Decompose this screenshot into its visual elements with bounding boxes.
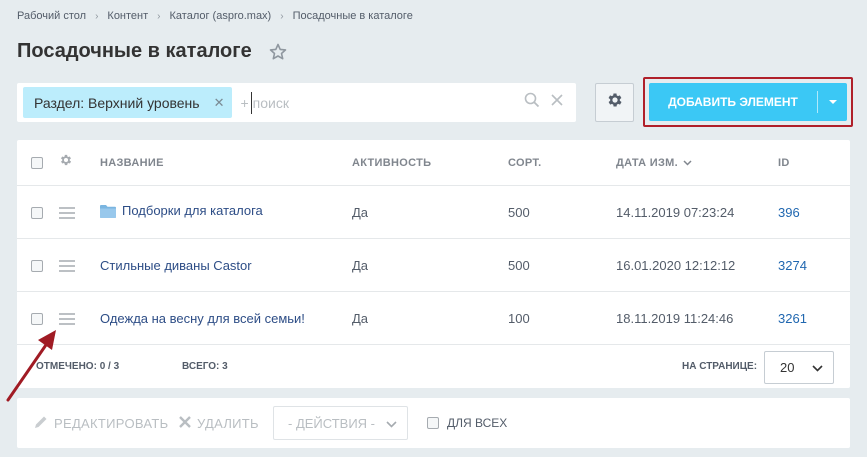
column-header-id[interactable]: ID — [778, 157, 790, 169]
row-active: Да — [352, 311, 369, 326]
grid-header: НАЗВАНИЕ АКТИВНОСТЬ СОРТ. ДАТА ИЗМ. ID — [17, 140, 850, 186]
filter-tag-label: Раздел: Верхний уровень — [34, 94, 200, 111]
actions-select-value: - ДЕЙСТВИЯ - — [288, 415, 376, 431]
grid-footer: ОТМЕЧЕНО: 0 / 3 ВСЕГО: 3 НА СТРАНИЦЕ: 20 — [17, 345, 850, 388]
search-input[interactable] — [250, 91, 501, 114]
actions-select[interactable]: - ДЕЙСТВИЯ - — [273, 406, 408, 440]
per-page-label: НА СТРАНИЦЕ: — [682, 361, 758, 372]
pencil-icon — [34, 415, 48, 432]
row-checkbox[interactable] — [31, 206, 43, 219]
row-sort: 500 — [508, 258, 530, 273]
row-sort: 500 — [508, 205, 530, 220]
column-settings-gear-icon[interactable] — [59, 153, 73, 172]
breadcrumb-separator-icon: › — [280, 10, 284, 22]
elements-grid: НАЗВАНИЕ АКТИВНОСТЬ СОРТ. ДАТА ИЗМ. ID П… — [17, 140, 850, 388]
add-filter-plus[interactable]: + — [240, 95, 248, 111]
drag-handle-icon[interactable] — [59, 206, 75, 219]
row-name-link[interactable]: Одежда на весну для всей семьи! — [100, 311, 305, 326]
delete-x-icon — [179, 415, 191, 431]
page-title: Посадочные в каталоге — [17, 40, 252, 62]
edit-label: РЕДАКТИРОВАТЬ — [54, 415, 169, 431]
add-element-button[interactable]: ДОБАВИТЬ ЭЛЕМЕНТ — [649, 83, 847, 121]
row-date: 16.01.2020 12:12:12 — [616, 258, 736, 273]
column-header-date-label: ДАТА ИЗМ. — [616, 156, 678, 169]
gear-icon — [606, 91, 624, 114]
apply-to-all-label: ДЛЯ ВСЕХ — [447, 416, 508, 430]
page-title-row: Посадочные в каталоге — [17, 40, 288, 63]
row-active: Да — [352, 205, 369, 220]
apply-to-all-checkbox[interactable] — [427, 417, 439, 429]
column-header-date[interactable]: ДАТА ИЗМ. — [616, 157, 692, 169]
select-all-checkbox[interactable] — [31, 156, 43, 169]
folder-icon — [100, 204, 116, 223]
filter-icons — [524, 92, 564, 113]
close-icon[interactable]: ✕ — [214, 95, 225, 111]
marked-value: 0 / 3 — [99, 361, 120, 372]
breadcrumb-separator-icon: › — [95, 10, 99, 22]
total-value: 3 — [222, 361, 228, 372]
table-row[interactable]: Стильные диваны Castor Да 500 16.01.2020… — [17, 240, 850, 292]
filter-tag[interactable]: Раздел: Верхний уровень ✕ — [23, 87, 233, 118]
row-checkbox[interactable] — [31, 259, 43, 272]
chevron-down-icon — [812, 360, 823, 375]
delete-button[interactable]: УДАЛИТЬ — [179, 416, 259, 431]
row-date: 18.11.2019 11:24:46 — [616, 311, 734, 326]
chevron-down-icon[interactable] — [818, 99, 847, 105]
row-name-link[interactable]: Стильные диваны Castor — [100, 258, 252, 273]
clear-icon[interactable] — [550, 93, 564, 112]
drag-handle-icon[interactable] — [59, 259, 75, 272]
table-row[interactable]: Подборки для каталога Да 500 14.11.2019 … — [17, 187, 850, 239]
row-active: Да — [352, 258, 369, 273]
per-page-value: 20 — [780, 360, 795, 375]
delete-label: УДАЛИТЬ — [197, 415, 259, 431]
annotation-arrow-icon — [6, 330, 56, 402]
star-icon[interactable] — [268, 42, 288, 62]
breadcrumb-item-current[interactable]: Посадочные в каталоге — [293, 10, 413, 22]
settings-button[interactable] — [595, 83, 634, 122]
row-id-link[interactable]: 396 — [778, 205, 800, 220]
breadcrumb-separator-icon: › — [157, 10, 161, 22]
filter-search-box[interactable]: Раздел: Верхний уровень ✕ + — [17, 83, 576, 122]
group-action-panel: РЕДАКТИРОВАТЬ УДАЛИТЬ - ДЕЙСТВИЯ - ДЛЯ В… — [17, 398, 850, 448]
sort-desc-chevron-icon — [683, 157, 692, 169]
breadcrumb: Рабочий стол › Контент › Каталог (aspro.… — [17, 10, 413, 22]
table-row[interactable]: Одежда на весну для всей семьи! Да 100 1… — [17, 293, 850, 345]
breadcrumb-item-content[interactable]: Контент — [107, 10, 148, 22]
add-element-label: ДОБАВИТЬ ЭЛЕМЕНТ — [668, 95, 798, 109]
total-label: ВСЕГО: — [182, 361, 220, 372]
row-date: 14.11.2019 07:23:24 — [616, 205, 735, 220]
chevron-down-icon — [386, 416, 397, 431]
row-id-link[interactable]: 3261 — [778, 311, 807, 326]
total-count: ВСЕГО: 3 — [182, 361, 228, 372]
breadcrumb-item-desktop[interactable]: Рабочий стол — [17, 10, 86, 22]
per-page-select[interactable]: 20 — [764, 351, 834, 384]
breadcrumb-item-catalog[interactable]: Каталог (aspro.max) — [170, 10, 272, 22]
apply-to-all[interactable]: ДЛЯ ВСЕХ — [427, 416, 507, 430]
row-name-link[interactable]: Подборки для каталога — [122, 203, 263, 218]
edit-button[interactable]: РЕДАКТИРОВАТЬ — [34, 415, 168, 432]
column-header-name[interactable]: НАЗВАНИЕ — [100, 157, 164, 169]
column-header-sort[interactable]: СОРТ. — [508, 157, 541, 169]
row-sort: 100 — [508, 311, 530, 326]
row-id-link[interactable]: 3274 — [778, 258, 807, 273]
row-name-cell: Подборки для каталога — [100, 202, 263, 223]
column-header-active[interactable]: АКТИВНОСТЬ — [352, 157, 431, 169]
search-icon[interactable] — [524, 92, 540, 113]
add-button-highlight: ДОБАВИТЬ ЭЛЕМЕНТ — [643, 77, 853, 127]
